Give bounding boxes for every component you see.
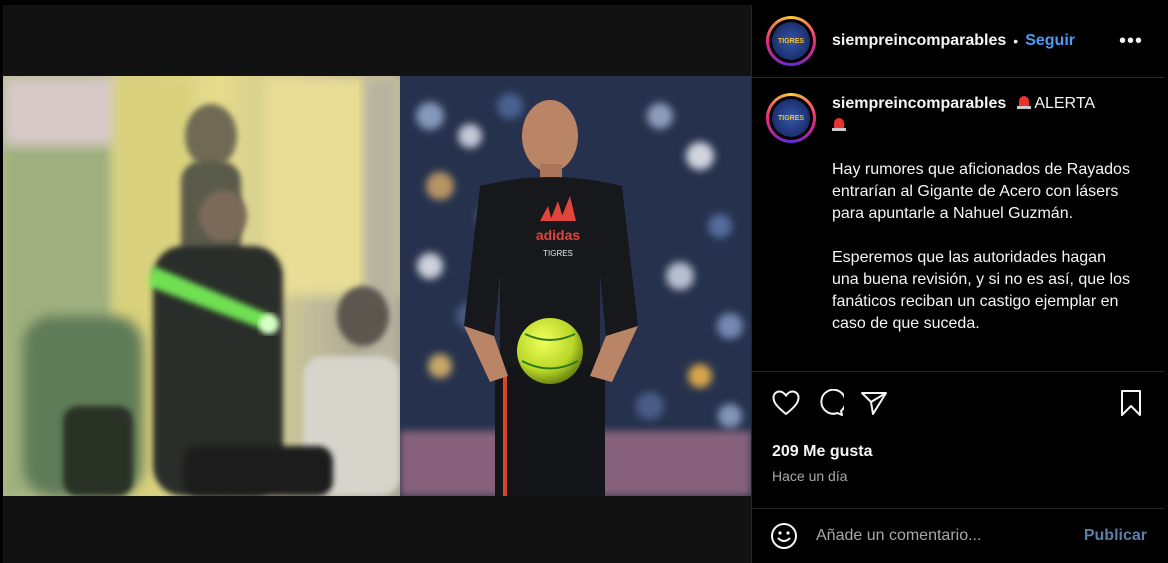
caption-paragraph-2: Esperemos que las autoridades hagan una … (832, 249, 1130, 332)
caption-alert: ALERTA (1034, 95, 1096, 112)
likes-count[interactable]: 209 Me gusta (772, 443, 872, 461)
caption-text: siempreincomparables ALERTA Hay rumores … (832, 93, 1137, 335)
comment-button[interactable] (810, 383, 850, 423)
send-icon (861, 391, 887, 415)
bookmark-icon (1121, 389, 1141, 416)
shirt-brand-text: adidas (536, 227, 581, 243)
siren-emoji-icon (832, 116, 846, 132)
separator-dot: • (1013, 33, 1019, 49)
goalkeeper-photo: adidas TIGRES (400, 76, 751, 496)
save-button[interactable] (1111, 383, 1151, 423)
emoji-icon[interactable] (770, 522, 798, 550)
laser-fan-photo (3, 76, 400, 496)
post-side-panel: TIGRES siempreincomparables • Seguir •••… (751, 5, 1165, 563)
goalkeeper-illustration: adidas TIGRES (400, 76, 751, 496)
tigres-logo-icon: TIGRES (772, 22, 810, 60)
like-button[interactable] (766, 383, 806, 423)
comment-bar: Publicar (752, 508, 1165, 563)
post-media: adidas TIGRES (3, 5, 751, 563)
avatar[interactable]: TIGRES (766, 16, 816, 66)
post-modal: adidas TIGRES TIGRES siempreincomparable… (3, 5, 1165, 563)
caption-username[interactable]: siempreincomparables (832, 95, 1006, 112)
shirt-team-text: TIGRES (543, 249, 573, 258)
follow-button[interactable]: Seguir (1025, 32, 1075, 50)
caption-area: TIGRES siempreincomparables ALERTA Hay r… (752, 79, 1165, 371)
action-bar (752, 371, 1165, 433)
caption-avatar[interactable]: TIGRES (766, 93, 816, 143)
post-header: TIGRES siempreincomparables • Seguir ••• (752, 5, 1165, 78)
siren-emoji-icon (1016, 94, 1031, 110)
more-options-icon[interactable]: ••• (1119, 30, 1143, 53)
caption-paragraph-1: Hay rumores que aficionados de Rayados e… (832, 161, 1130, 222)
share-button[interactable] (854, 383, 894, 423)
header-username[interactable]: siempreincomparables (832, 32, 1006, 50)
comment-input[interactable] (816, 527, 1084, 545)
caption-row: TIGRES siempreincomparables ALERTA Hay r… (766, 93, 1151, 335)
heart-icon (772, 389, 800, 415)
comment-icon (820, 388, 844, 416)
publish-button[interactable]: Publicar (1084, 527, 1147, 545)
post-timestamp[interactable]: Hace un día (772, 468, 848, 484)
laser-fan-illustration (3, 76, 400, 496)
post-photo[interactable]: adidas TIGRES (3, 76, 751, 496)
tigres-logo-icon: TIGRES (772, 99, 810, 137)
